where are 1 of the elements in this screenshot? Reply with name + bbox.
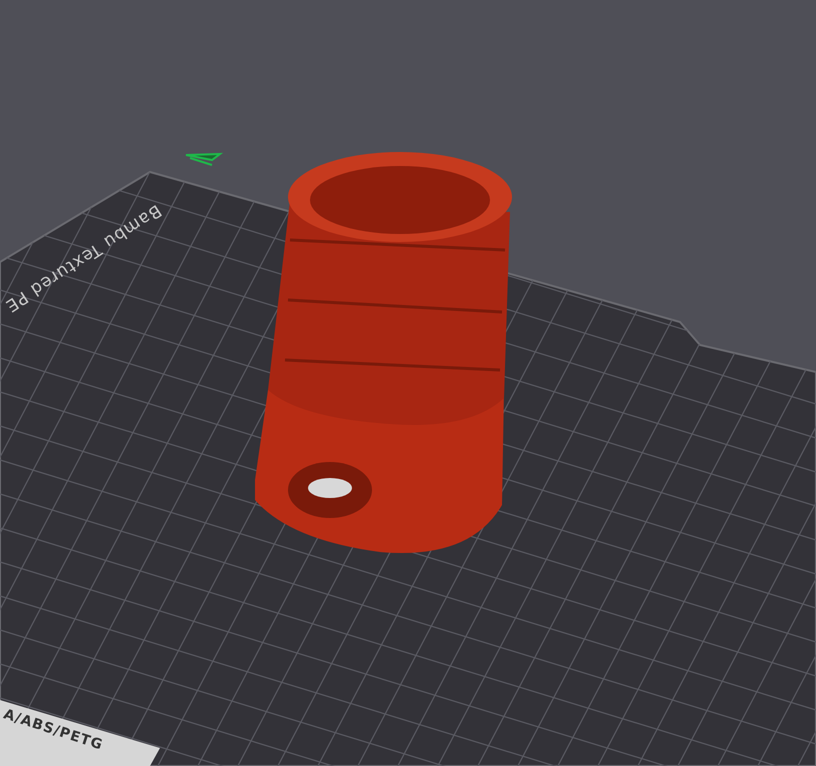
- axis-icon: [185, 152, 224, 166]
